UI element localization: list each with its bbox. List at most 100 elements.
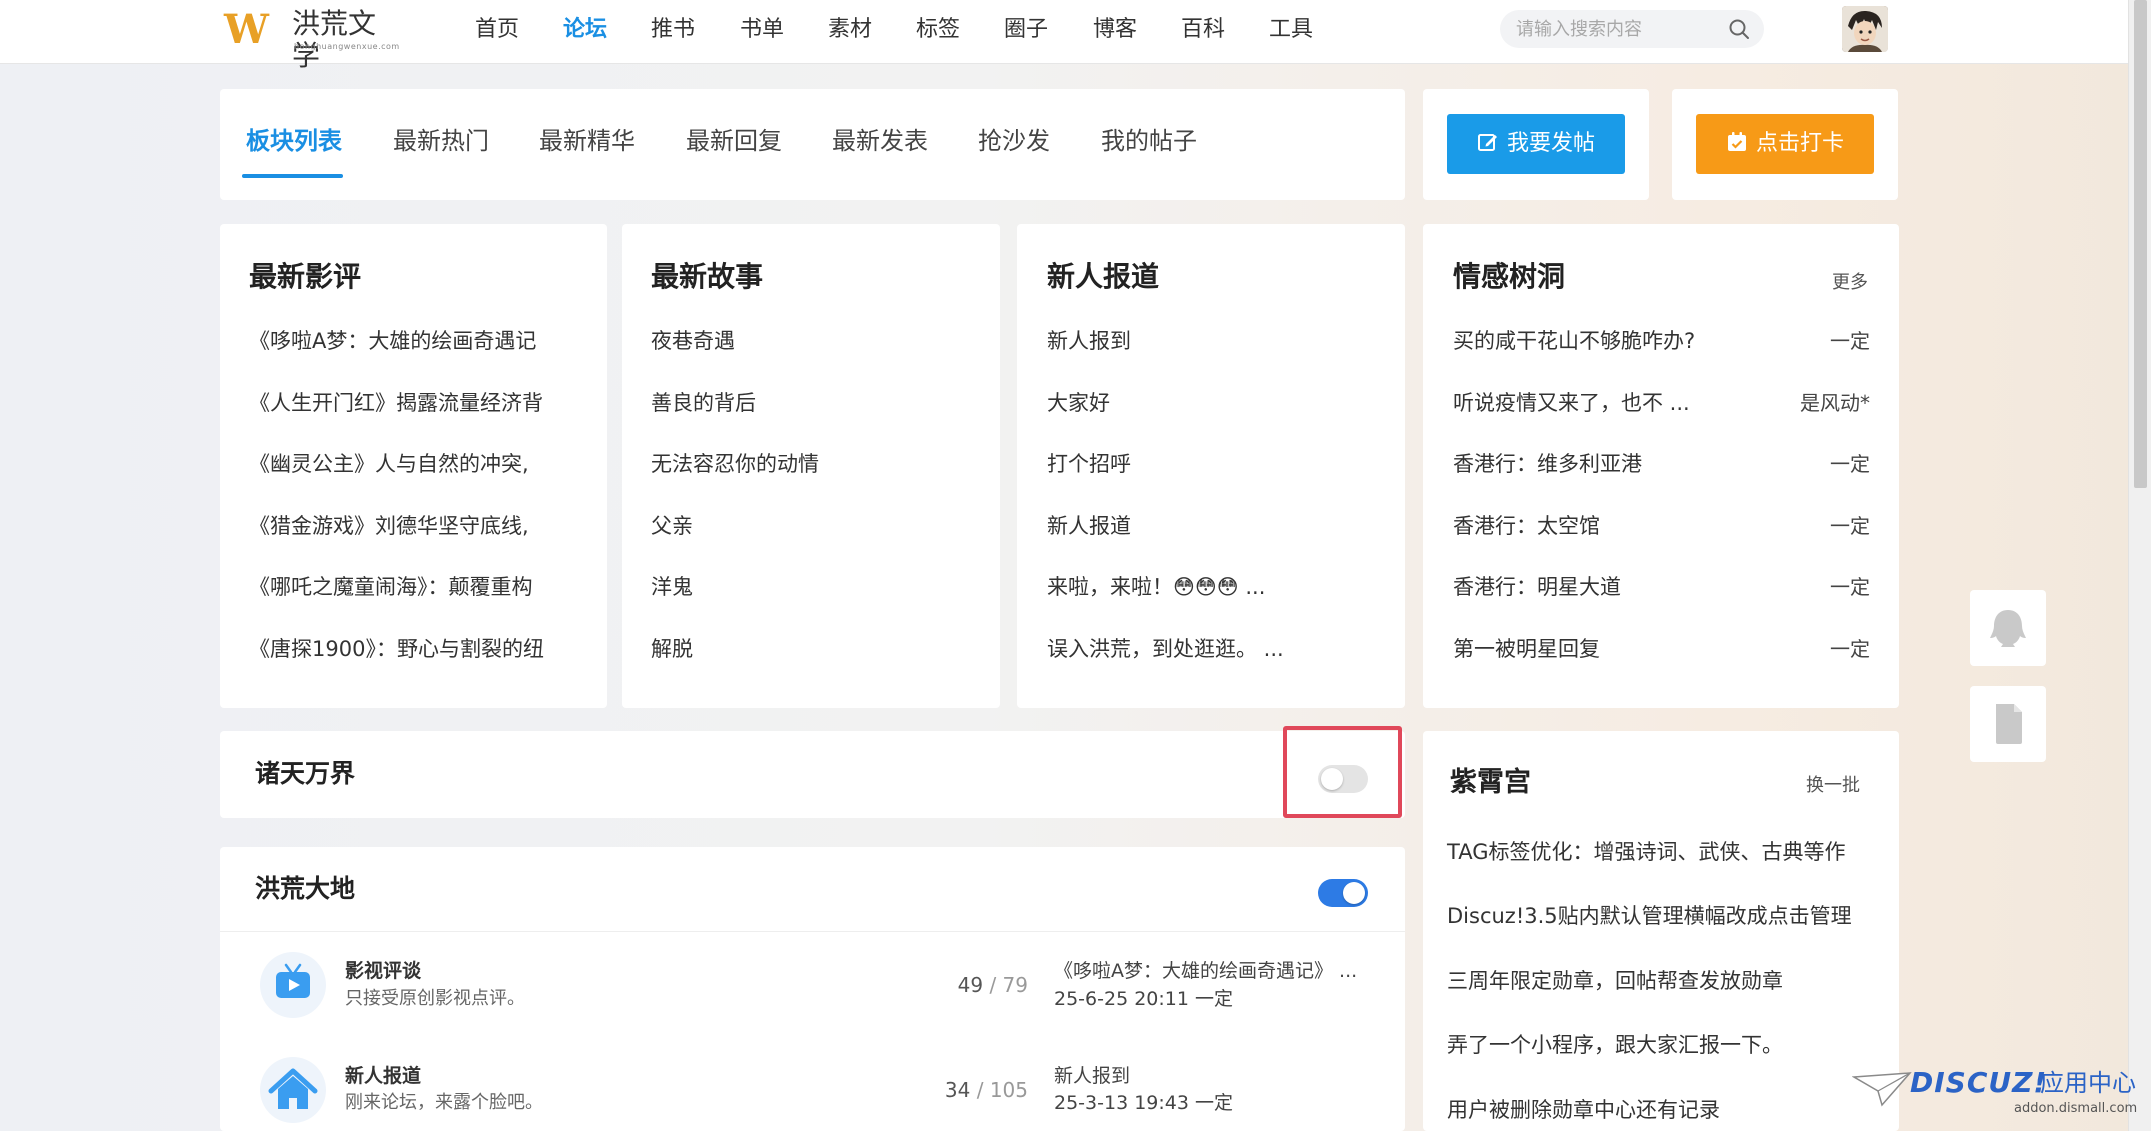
sidebar-title: 紫霄宫 [1450,767,1531,798]
document-button[interactable] [1970,686,2046,762]
nav-blog[interactable]: 博客 [1093,14,1137,46]
tab-hot[interactable]: 最新热门 [393,124,489,158]
list-item[interactable]: 大家好 [1047,388,1110,418]
category-toggle-honghuang[interactable] [1318,879,1368,907]
list-item[interactable]: 《幽灵公主》人与自然的冲突, [249,449,529,479]
list-item-author[interactable]: 一定 [1760,326,1870,356]
nav-wiki[interactable]: 百科 [1181,14,1225,46]
list-item-author[interactable]: 一定 [1760,511,1870,541]
nav-tools[interactable]: 工具 [1269,14,1313,46]
list-item[interactable]: 香港行：明星大道 [1453,572,1621,602]
list-item[interactable]: 第一被明星回复 [1453,634,1600,664]
checkin-button[interactable]: 点击打卡 [1696,114,1874,174]
page-scrollbar[interactable] [2128,0,2151,1131]
nav-home[interactable]: 首页 [475,14,519,46]
category-title-zhutian: 诸天万界 [255,759,356,788]
list-item[interactable]: 香港行：太空馆 [1453,511,1600,541]
list-item[interactable]: 《人生开门红》揭露流量经济背 [249,388,543,418]
sidebar-list-item[interactable]: TAG标签优化：增强诗词、武侠、古典等作 [1447,837,1845,867]
list-item[interactable]: 《哆啦A梦：大雄的绘画奇遇记 [249,326,536,356]
sidebar-list-item[interactable]: 三周年限定勋章，回帖帮查发放勋章 [1447,966,1783,996]
top-nav-bar: W 洪荒文学 honghuangwenxue.com 首页 论坛 推书 书单 素… [0,0,2128,72]
list-item[interactable]: 《哪吒之魔童闹海》：颠覆重构 [249,572,533,602]
home-icon-graphic [268,1068,318,1109]
watermark-url: addon.dismall.com [2014,1101,2138,1116]
search-input[interactable] [1514,14,1714,44]
user-avatar[interactable] [1842,6,1888,52]
tab-sofa[interactable]: 抢沙发 [978,124,1050,158]
category-toggle-zhutian[interactable] [1318,765,1368,793]
refresh-link[interactable]: 换一批 [1806,773,1860,799]
list-item[interactable]: 买的咸干花山不够脆咋办? [1453,326,1695,356]
nav-tags[interactable]: 标签 [916,14,960,46]
home-icon[interactable] [260,1057,326,1123]
site-logo[interactable]: W 洪荒文学 honghuangwenxue.com [224,6,399,72]
more-link[interactable]: 更多 [1832,270,1868,296]
watermark-cn: 应用中心 [2040,1069,2136,1097]
category-section-zhutian [220,731,1405,818]
nav-forum[interactable]: 论坛 [563,14,607,46]
calendar-check-icon [1727,132,1746,151]
forum-last-post-meta: 25-3-13 19:43 一定 [1054,1092,1233,1114]
tab-board-list[interactable]: 板块列表 [246,124,342,158]
forum-name-film[interactable]: 影视评谈 [345,958,421,984]
list-item[interactable]: 新人报到 [1047,326,1131,356]
forum-desc-newcomers: 刚来论坛，来露个脸吧。 [345,1092,543,1113]
forum-name-newcomers[interactable]: 新人报道 [345,1063,421,1089]
edit-icon [1477,134,1497,151]
toggle-knob [1321,768,1343,790]
sidebar-list-item[interactable]: 弄了一个小程序，跟大家汇报一下。 [1447,1030,1783,1060]
list-item-author[interactable]: 一定 [1760,634,1870,664]
tab-latest-reply[interactable]: 最新回复 [686,124,782,158]
tab-my-posts[interactable]: 我的帖子 [1101,124,1197,158]
forum-count-today: 49 [957,973,984,997]
list-item[interactable]: 父亲 [651,511,693,541]
list-item[interactable]: 洋鬼 [651,572,693,602]
new-post-button[interactable]: 我要发帖 [1447,114,1625,174]
new-post-label: 我要发帖 [1506,131,1595,156]
list-item[interactable]: 香港行：维多利亚港 [1453,449,1642,479]
block-title-emotion: 情感树洞 [1453,260,1566,293]
list-item-author[interactable]: 是风动* [1760,388,1870,418]
list-item[interactable]: 无法容忍你的动情 [651,449,819,479]
sidebar-list-item[interactable]: Discuz!3.5贴内默认管理横幅改成点击管理 [1447,901,1852,931]
list-item[interactable]: 《猎金游戏》刘德华坚守底线, [249,511,529,541]
logo-name: 洪荒文学 [292,7,377,72]
nav-booklist[interactable]: 书单 [740,14,784,46]
count-separator: / [989,973,997,997]
list-item-author[interactable]: 一定 [1760,449,1870,479]
tv-icon-graphic [276,963,310,998]
search-icon[interactable] [1728,18,1750,40]
list-item[interactable]: 来啦，来啦！😳😳😳 ... [1047,572,1265,602]
block-title-newcomers: 新人报道 [1047,260,1160,293]
list-item[interactable]: 打个招呼 [1047,449,1131,479]
scrollbar-thumb[interactable] [2134,0,2147,488]
list-item[interactable]: 听说疫情又来了，也不 ... [1453,388,1690,418]
discuz-watermark: DISCUZ! 应用中心 addon.dismall.com [1852,1063,2138,1129]
nav-material[interactable]: 素材 [828,14,872,46]
list-item[interactable]: 误入洪荒，到处逛逛。 ... [1047,634,1284,664]
avatar-illustration [1842,6,1888,52]
tab-latest-post[interactable]: 最新发表 [832,124,928,158]
nav-circle[interactable]: 圈子 [1004,14,1048,46]
qq-contact-button[interactable] [1970,590,2046,666]
list-item[interactable]: 善良的背后 [651,388,756,418]
forum-post-count: 34 / 105 [900,1077,1028,1103]
forum-last-post-title[interactable]: 新人报到 [1054,1063,1130,1089]
list-item[interactable]: 夜巷奇遇 [651,326,735,356]
forum-desc-film: 只接受原创影视点评。 [345,988,525,1009]
tab-digest[interactable]: 最新精华 [539,124,635,158]
forum-last-post-title[interactable]: 《哆啦A梦：大雄的绘画奇遇记》 ... [1054,958,1357,984]
list-item[interactable]: 《唐探1900》：野心与割裂的纽 [249,634,544,664]
forum-post-count: 49 / 79 [900,972,1028,998]
tv-icon[interactable] [260,952,326,1018]
count-separator: / [976,1078,984,1102]
forum-count-total: 105 [989,1078,1028,1102]
list-item[interactable]: 解脱 [651,634,693,664]
list-item-author[interactable]: 一定 [1760,572,1870,602]
nav-recommend[interactable]: 推书 [651,14,695,46]
list-item[interactable]: 新人报道 [1047,511,1131,541]
logo-subtitle: honghuangwenxue.com [294,42,400,51]
paper-plane-icon [1852,1072,1912,1107]
sidebar-list-item[interactable]: 用户被删除勋章中心还有记录 [1447,1095,1720,1125]
